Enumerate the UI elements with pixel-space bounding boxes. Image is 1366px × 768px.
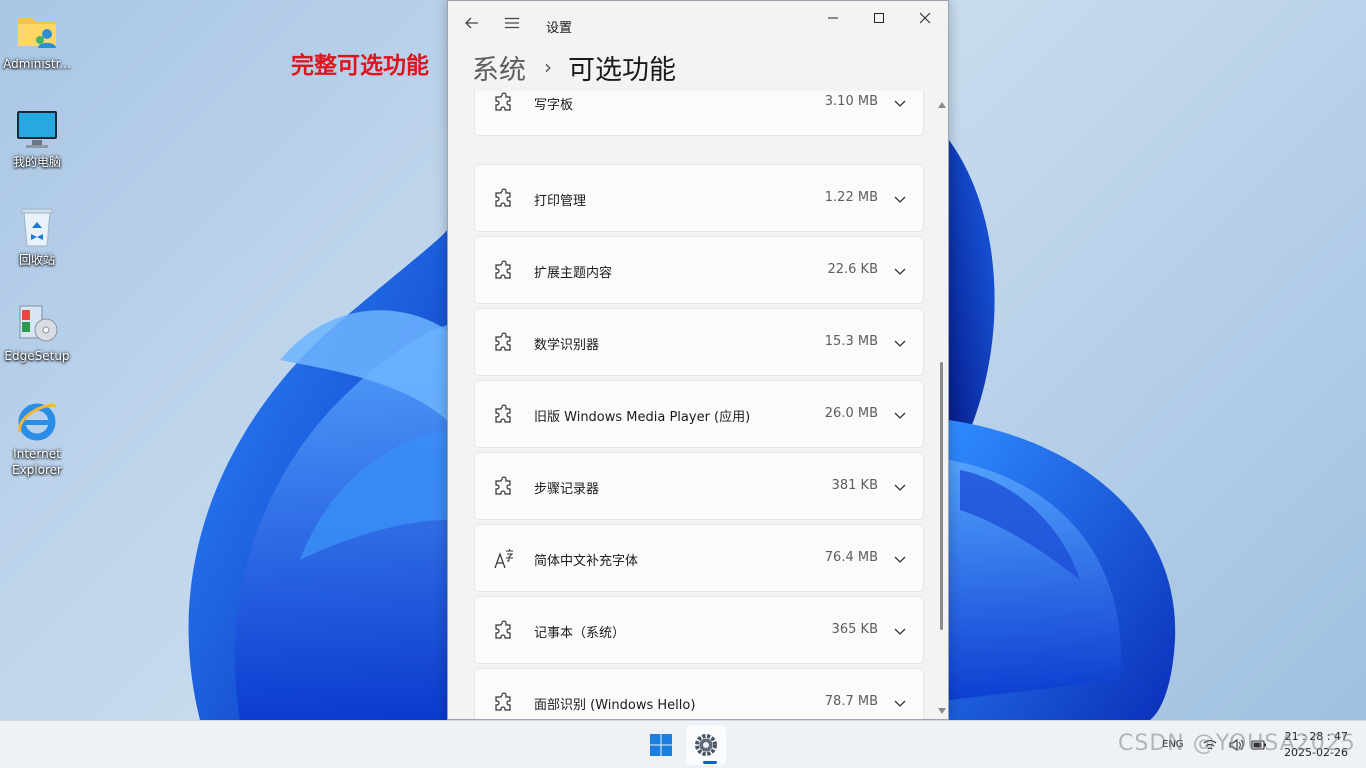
installer-icon — [19, 305, 58, 342]
chevron-down-icon[interactable] — [893, 264, 907, 278]
feature-name: 旧版 Windows Media Player (应用) — [534, 410, 751, 425]
scroll-down-arrow-icon[interactable] — [938, 707, 946, 715]
feature-name: 打印管理 — [534, 194, 587, 209]
desktop-icon-internet-explorer[interactable]: Internet Explorer — [0, 398, 74, 478]
puzzle-icon — [495, 404, 511, 423]
feature-row-steps-recorder[interactable]: 步骤记录器 381 KB — [474, 452, 924, 520]
hamburger-icon — [505, 17, 519, 29]
puzzle-icon — [495, 92, 511, 111]
settings-gear-icon — [695, 734, 717, 756]
title-bar: 设置 — [448, 1, 948, 45]
feature-size: 15.3 MB — [824, 334, 878, 349]
close-icon — [919, 12, 931, 24]
feature-size: 365 KB — [831, 622, 878, 637]
desktop-icon-label: Internet Explorer — [12, 447, 62, 477]
puzzle-icon — [495, 620, 511, 639]
feature-row-chinese-fonts[interactable]: 简体中文补充字体 76.4 MB — [474, 524, 924, 592]
breadcrumb-parent-system[interactable]: 系统 — [472, 48, 526, 87]
feature-size: 26.0 MB — [824, 406, 878, 421]
scrollbar-thumb[interactable] — [940, 362, 943, 630]
chevron-down-icon[interactable] — [893, 624, 907, 638]
puzzle-icon — [495, 332, 511, 351]
chevron-down-icon[interactable] — [893, 480, 907, 494]
desktop-icon-label: EdgeSetup — [4, 349, 70, 363]
menu-button[interactable] — [495, 7, 529, 39]
feature-row-notepad[interactable]: 记事本（系统） 365 KB — [474, 596, 924, 664]
chevron-down-icon[interactable] — [893, 96, 907, 110]
desktop-icon-my-computer[interactable]: 我的电脑 — [0, 106, 74, 170]
feature-name: 写字板 — [534, 98, 574, 113]
feature-size: 78.7 MB — [824, 694, 878, 709]
feature-row-math-recognizer[interactable]: 数学识别器 15.3 MB — [474, 308, 924, 376]
feature-name: 记事本（系统） — [534, 626, 626, 641]
chevron-down-icon[interactable] — [893, 552, 907, 566]
desktop-icon-administrator[interactable]: Administr... — [0, 8, 74, 72]
recycle-bin-icon — [21, 208, 53, 247]
settings-window: 设置 系统 › 可选功能 写字板 3.10 MB 打印管理 1.22 MB 扩展… — [447, 0, 949, 720]
puzzle-icon — [495, 476, 511, 495]
maximize-button[interactable] — [856, 3, 902, 33]
chevron-down-icon[interactable] — [893, 408, 907, 422]
user-folder-icon — [18, 18, 56, 48]
font-icon — [494, 549, 514, 569]
minimize-button[interactable] — [810, 3, 856, 33]
feature-row-wordpad[interactable]: 写字板 3.10 MB — [474, 91, 924, 136]
puzzle-icon — [495, 188, 511, 207]
feature-name: 数学识别器 — [534, 338, 600, 353]
chevron-down-icon[interactable] — [893, 192, 907, 206]
maximize-icon — [874, 13, 884, 23]
page-title: 可选功能 — [568, 54, 676, 86]
feature-size: 3.10 MB — [824, 94, 878, 109]
breadcrumb-separator: › — [544, 55, 552, 79]
watermark: CSDN @YOUSA2025 — [1118, 731, 1356, 756]
feature-size: 76.4 MB — [824, 550, 878, 565]
feature-row-media-player[interactable]: 旧版 Windows Media Player (应用) 26.0 MB — [474, 380, 924, 448]
internet-explorer-icon — [18, 403, 57, 441]
close-button[interactable] — [902, 3, 948, 33]
taskbar-settings-app[interactable] — [686, 725, 726, 765]
windows-logo-icon — [650, 734, 672, 756]
computer-icon — [17, 111, 57, 148]
feature-name: 简体中文补充字体 — [534, 554, 639, 569]
breadcrumb: 系统 › 可选功能 — [472, 47, 676, 87]
desktop-icon-label: 我的电脑 — [12, 155, 61, 169]
feature-row-extended-themes[interactable]: 扩展主题内容 22.6 KB — [474, 236, 924, 304]
puzzle-icon — [495, 260, 511, 279]
annotation-text: 完整可选功能 — [291, 53, 429, 79]
feature-row-print-management[interactable]: 打印管理 1.22 MB — [474, 164, 924, 232]
back-button[interactable] — [455, 7, 489, 39]
feature-size: 381 KB — [831, 478, 878, 493]
start-button[interactable] — [639, 725, 683, 765]
desktop-icon-recycle-bin[interactable]: 回收站 — [0, 204, 74, 268]
feature-name: 面部识别 (Windows Hello) — [534, 698, 696, 713]
feature-name: 步骤记录器 — [534, 482, 600, 497]
chevron-down-icon[interactable] — [893, 696, 907, 710]
desktop-icon-label: Administr... — [3, 57, 71, 71]
feature-list: 写字板 3.10 MB 打印管理 1.22 MB 扩展主题内容 22.6 KB … — [474, 91, 924, 719]
desktop-icon-edgesetup[interactable]: EdgeSetup — [0, 300, 74, 364]
active-app-indicator — [703, 761, 717, 764]
minimize-icon — [828, 17, 838, 19]
feature-size: 22.6 KB — [827, 262, 878, 277]
vertical-scrollbar[interactable] — [936, 97, 948, 719]
feature-size: 1.22 MB — [824, 190, 878, 205]
scroll-up-arrow-icon[interactable] — [938, 101, 946, 109]
feature-name: 扩展主题内容 — [534, 266, 613, 281]
desktop-icon-label: 回收站 — [18, 253, 55, 267]
feature-row-face-recognition[interactable]: 面部识别 (Windows Hello) 78.7 MB — [474, 668, 924, 719]
puzzle-icon — [495, 692, 511, 711]
chevron-down-icon[interactable] — [893, 336, 907, 350]
back-arrow-icon — [465, 17, 478, 29]
window-title: 设置 — [546, 21, 573, 36]
